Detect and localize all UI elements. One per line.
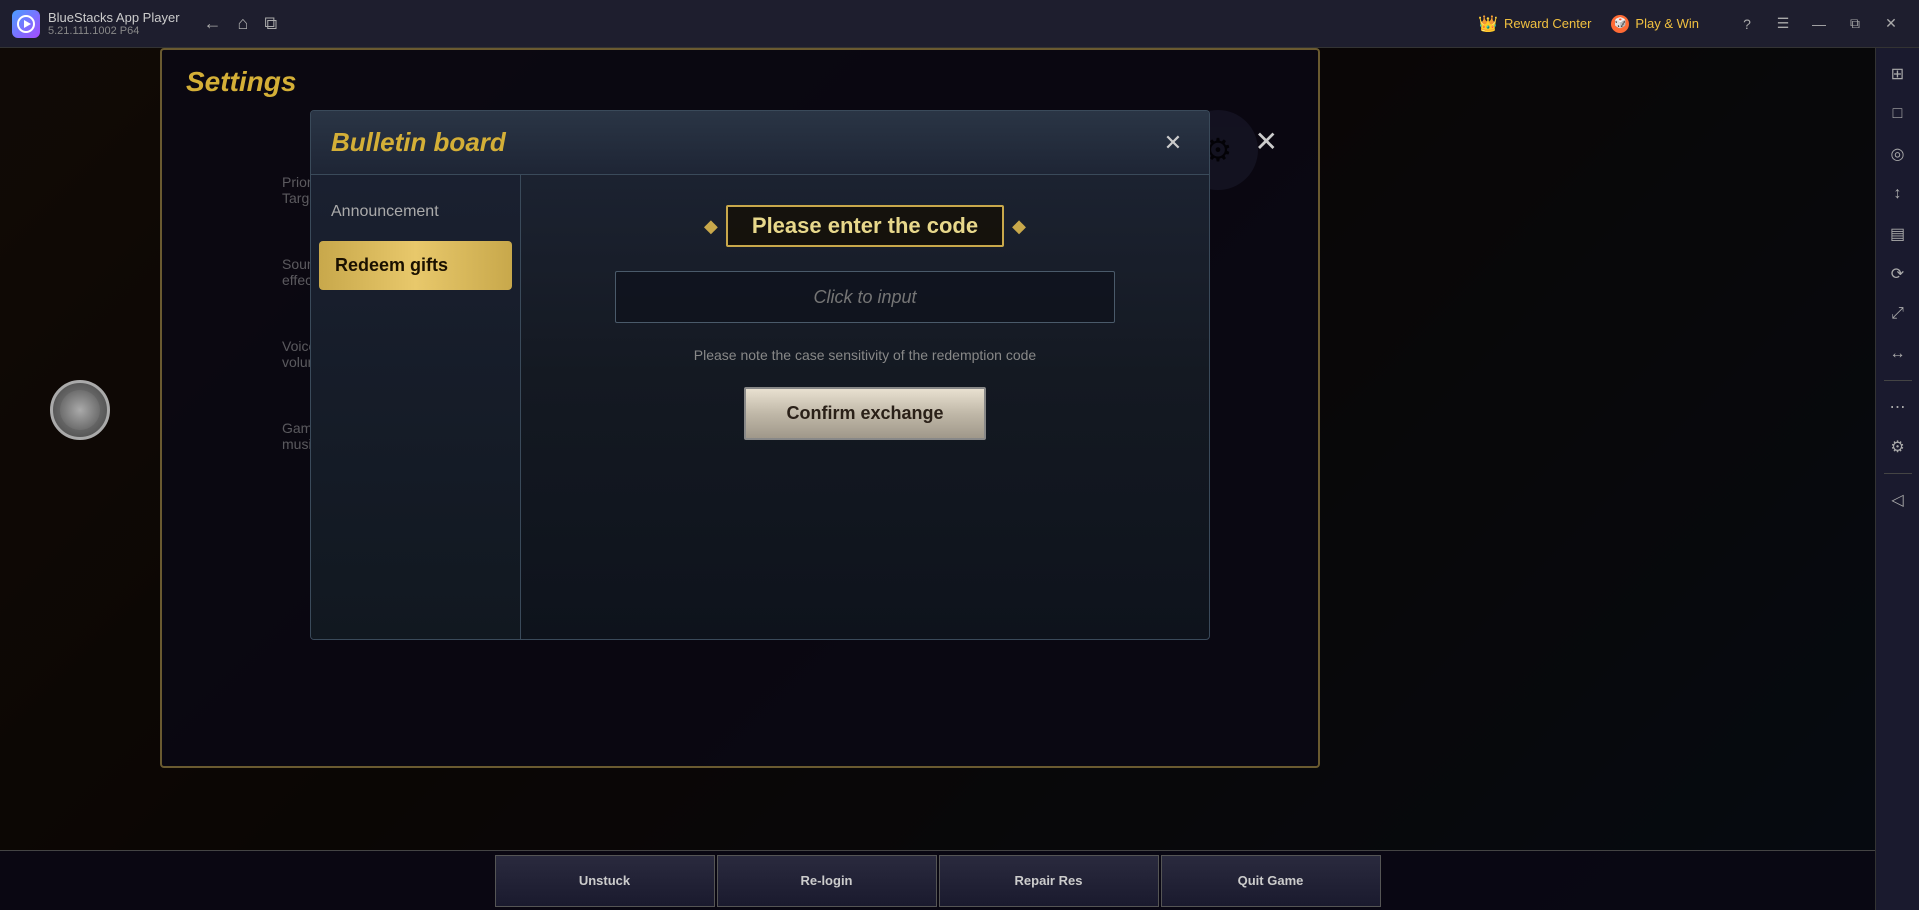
crown-icon: 👑 xyxy=(1478,14,1498,34)
minimize-button[interactable]: — xyxy=(1803,8,1835,40)
tab-redeem-gifts[interactable]: Redeem gifts xyxy=(319,241,512,290)
titlebar-right: 👑 Reward Center 🎲 Play & Win ? ☰ — ⧉ ✕ xyxy=(1478,8,1907,40)
sidebar-icon-rotate[interactable]: ↕ xyxy=(1880,176,1916,212)
bulletin-body: Announcement Redeem gifts ◆ Please enter… xyxy=(311,175,1209,639)
sidebar-icon-settings[interactable]: ⚙ xyxy=(1880,429,1916,465)
quit-game-button[interactable]: Quit Game xyxy=(1161,855,1381,907)
tabs-button[interactable]: ⧉ xyxy=(264,13,277,34)
bulletin-tabs: Announcement Redeem gifts xyxy=(311,175,521,639)
sidebar-icon-more[interactable]: ⋯ xyxy=(1880,389,1916,425)
bulletin-close-button[interactable]: ✕ xyxy=(1157,127,1189,159)
reward-center-button[interactable]: 👑 Reward Center xyxy=(1478,14,1591,34)
play-win-icon: 🎲 xyxy=(1611,15,1629,33)
help-button[interactable]: ? xyxy=(1731,8,1763,40)
close-button[interactable]: ✕ xyxy=(1875,8,1907,40)
app-logo: BlueStacks App Player 5.21.111.1002 P64 xyxy=(12,10,180,38)
code-title: Please enter the code xyxy=(726,205,1004,247)
sidebar-divider-2 xyxy=(1884,473,1912,474)
floating-button[interactable] xyxy=(50,380,110,440)
relogin-button[interactable]: Re-login xyxy=(717,855,937,907)
bulletin-content: ◆ Please enter the code ◆ Please note th… xyxy=(521,175,1209,639)
code-input[interactable] xyxy=(616,272,1114,322)
code-title-container: ◆ Please enter the code ◆ xyxy=(704,205,1026,247)
back-button[interactable]: ← xyxy=(204,13,222,34)
home-button[interactable]: ⌂ xyxy=(238,13,249,34)
sidebar-divider xyxy=(1884,380,1912,381)
bulletin-header: Bulletin board ✕ xyxy=(311,111,1209,175)
app-info: BlueStacks App Player 5.21.111.1002 P64 xyxy=(48,10,180,37)
nav-buttons: ← ⌂ ⧉ xyxy=(204,13,278,34)
right-sidebar: ⊞ □ ◎ ↕ ▤ ⟳ ⤢ ↔ ⋯ ⚙ ◁ xyxy=(1875,48,1919,910)
deco-left: ◆ xyxy=(704,216,718,237)
sidebar-icon-back[interactable]: ◁ xyxy=(1880,482,1916,518)
app-version: 5.21.111.1002 P64 xyxy=(48,25,180,37)
play-win-button[interactable]: 🎲 Play & Win xyxy=(1611,15,1699,33)
repair-res-button[interactable]: Repair Res xyxy=(939,855,1159,907)
unstuck-button[interactable]: Unstuck xyxy=(495,855,715,907)
window-controls: ? ☰ — ⧉ ✕ xyxy=(1731,8,1907,40)
bulletin-modal: Bulletin board ✕ Announcement Redeem gif… xyxy=(310,110,1210,640)
sidebar-icon-layers[interactable]: ▤ xyxy=(1880,216,1916,252)
bulletin-title: Bulletin board xyxy=(331,127,506,158)
sidebar-icon-screenshot[interactable]: □ xyxy=(1880,96,1916,132)
sidebar-icon-camera[interactable]: ◎ xyxy=(1880,136,1916,172)
maximize-button[interactable]: ⧉ xyxy=(1839,8,1871,40)
titlebar: BlueStacks App Player 5.21.111.1002 P64 … xyxy=(0,0,1919,48)
app-name: BlueStacks App Player xyxy=(48,10,180,25)
sidebar-icon-resize[interactable]: ↔ xyxy=(1880,336,1916,372)
confirm-exchange-button[interactable]: Confirm exchange xyxy=(744,387,985,440)
app-icon xyxy=(12,10,40,38)
tab-announcement[interactable]: Announcement xyxy=(311,191,520,233)
bottom-bar: Unstuck Re-login Repair Res Quit Game xyxy=(0,850,1875,910)
menu-button[interactable]: ☰ xyxy=(1767,8,1799,40)
sidebar-icon-expand[interactable]: ⤢ xyxy=(1880,296,1916,332)
settings-title: Settings xyxy=(162,50,1318,114)
play-win-label: Play & Win xyxy=(1635,16,1699,31)
deco-right: ◆ xyxy=(1012,216,1026,237)
settings-close-button[interactable]: ✕ xyxy=(1255,125,1278,158)
code-note: Please note the case sensitivity of the … xyxy=(694,347,1036,363)
reward-center-label: Reward Center xyxy=(1504,16,1591,31)
code-input-area[interactable] xyxy=(615,271,1115,323)
sidebar-icon-grid[interactable]: ⊞ xyxy=(1880,56,1916,92)
sidebar-icon-refresh[interactable]: ⟳ xyxy=(1880,256,1916,292)
